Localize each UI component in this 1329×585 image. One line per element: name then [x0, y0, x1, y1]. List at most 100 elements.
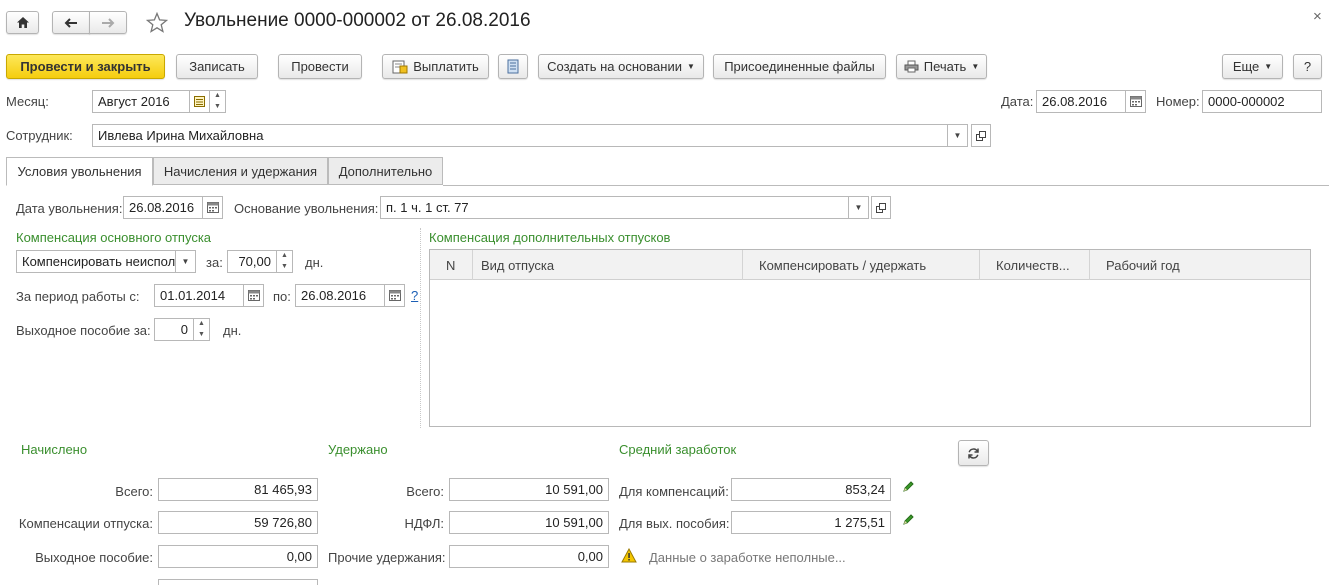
dismissal-date-input[interactable]: 26.08.2016 — [123, 196, 203, 219]
dismissal-date-picker-button[interactable] — [203, 196, 223, 219]
write-button[interactable]: Записать — [176, 54, 258, 79]
document-list-button[interactable] — [498, 54, 528, 79]
period-to-label: по: — [273, 289, 291, 304]
chevron-down-icon: ▼ — [181, 257, 190, 266]
payment-icon — [392, 60, 408, 73]
post-button[interactable]: Провести — [278, 54, 362, 79]
open-form-icon — [976, 130, 986, 141]
employee-input[interactable]: Ивлева Ирина Михайловна — [92, 124, 948, 147]
create-based-on-label: Создать на основании — [547, 59, 682, 74]
average-earnings-title: Средний заработок — [619, 442, 737, 457]
dismissal-basis-label: Основание увольнения: — [234, 201, 379, 216]
avg-severance-label: Для вых. пособия: — [619, 516, 730, 531]
month-picker-button[interactable] — [190, 90, 210, 113]
print-label: Печать — [923, 59, 967, 74]
warning-icon — [621, 548, 637, 563]
avg-compensation-label: Для компенсаций: — [619, 484, 729, 499]
severance-label: Выходное пособие за: — [16, 323, 151, 338]
column-header-n[interactable]: N — [430, 250, 473, 280]
severance-days-unit: дн. — [223, 323, 242, 338]
column-header-working-year[interactable]: Рабочий год — [1090, 250, 1310, 280]
tab-dismissal-conditions[interactable]: Условия увольнения — [6, 157, 153, 186]
accrued-total-label: Всего: — [115, 484, 153, 499]
create-based-on-button[interactable]: Создать на основании ▼ — [538, 54, 704, 79]
incomplete-earnings-warning[interactable]: Данные о заработке неполные... — [649, 550, 846, 565]
arrow-left-icon — [64, 17, 77, 28]
help-button[interactable]: ? — [1293, 54, 1322, 79]
other-withholdings-field: 0,00 — [449, 545, 609, 568]
tab-additional[interactable]: Дополнительно — [328, 157, 443, 185]
compensation-mode-dropdown-button[interactable]: ▼ — [176, 250, 196, 273]
edit-pencil-icon[interactable] — [902, 480, 915, 493]
print-button[interactable]: Печать ▼ — [896, 54, 987, 79]
forward-button[interactable] — [89, 11, 127, 34]
accrued-severance-label: Выходное пособие: — [35, 550, 153, 565]
period-from-input[interactable]: 01.01.2014 — [154, 284, 244, 307]
calendar-icon — [247, 290, 260, 301]
month-stepper[interactable]: ▲ ▼ — [210, 90, 226, 113]
withheld-title: Удержано — [328, 442, 388, 457]
date-picker-button[interactable] — [1126, 90, 1146, 113]
column-header-vacation-type[interactable]: Вид отпуска — [473, 250, 743, 280]
pay-button[interactable]: Выплатить — [382, 54, 489, 79]
compensation-days-unit: дн. — [305, 255, 324, 270]
accrued-vacation-label: Компенсации отпуска: — [18, 516, 153, 531]
more-label: Еще — [1232, 59, 1260, 74]
home-button[interactable] — [6, 11, 39, 34]
column-header-compensate-withhold[interactable]: Компенсировать / удержать — [743, 250, 980, 280]
employee-dropdown-button[interactable]: ▼ — [948, 124, 968, 147]
close-icon[interactable]: × — [1313, 8, 1322, 25]
column-header-quantity[interactable]: Количеств... — [980, 250, 1090, 280]
next-field-edge — [158, 579, 318, 585]
month-input[interactable]: Август 2016 — [92, 90, 190, 113]
period-help-link[interactable]: ? — [411, 288, 418, 303]
compensation-days-stepper[interactable]: ▲ ▼ — [277, 250, 293, 273]
date-label: Дата: — [1001, 94, 1034, 109]
other-withholdings-label: Прочие удержания: — [328, 550, 446, 565]
ndfl-label: НДФЛ: — [404, 516, 444, 531]
calendar-icon — [388, 290, 401, 301]
severance-days-input[interactable]: 0 — [154, 318, 194, 341]
table-header: N Вид отпуска Компенсировать / удержать … — [430, 250, 1310, 280]
tab-panel-border — [443, 185, 1329, 186]
star-icon[interactable] — [146, 12, 168, 33]
dismissal-basis-dropdown-button[interactable]: ▼ — [849, 196, 869, 219]
back-button[interactable] — [52, 11, 90, 34]
chevron-down-icon: ▼ — [854, 203, 863, 212]
accrued-severance-field: 0,00 — [158, 545, 318, 568]
compensation-mode-select[interactable]: Компенсировать неиспол — [16, 250, 176, 273]
period-to-picker-button[interactable] — [385, 284, 405, 307]
period-from-label: За период работы с: — [16, 289, 140, 304]
date-input[interactable]: 26.08.2016 — [1036, 90, 1126, 113]
chevron-down-icon: ▼ — [971, 62, 980, 71]
window-title: Увольнение 0000-000002 от 26.08.2016 — [184, 10, 531, 31]
period-to-input[interactable]: 26.08.2016 — [295, 284, 385, 307]
dismissal-basis-input[interactable]: п. 1 ч. 1 ст. 77 — [380, 196, 849, 219]
accrued-total-field: 81 465,93 — [158, 478, 318, 501]
edit-pencil-icon[interactable] — [902, 513, 915, 526]
extra-compensation-title: Компенсация дополнительных отпусков — [429, 230, 671, 245]
accrued-vacation-field: 59 726,80 — [158, 511, 318, 534]
tab-accruals-deductions[interactable]: Начисления и удержания — [153, 157, 328, 185]
panel-divider — [420, 228, 421, 428]
severance-days-stepper[interactable]: ▲ ▼ — [194, 318, 210, 341]
home-icon — [16, 17, 29, 28]
calendar-icon — [1129, 96, 1142, 107]
attached-files-button[interactable]: Присоединенные файлы — [713, 54, 886, 79]
number-input[interactable]: 0000-000002 — [1202, 90, 1322, 113]
list-icon — [507, 59, 519, 74]
extra-compensation-table[interactable]: N Вид отпуска Компенсировать / удержать … — [429, 249, 1311, 427]
employee-open-button[interactable] — [971, 124, 991, 147]
withheld-total-label: Всего: — [406, 484, 444, 499]
compensation-days-input[interactable]: 70,00 — [227, 250, 277, 273]
dismissal-date-label: Дата увольнения: — [16, 201, 123, 216]
dismissal-basis-open-button[interactable] — [871, 196, 891, 219]
arrow-right-icon — [102, 17, 115, 28]
post-and-close-button[interactable]: Провести и закрыть — [6, 54, 165, 79]
employee-label: Сотрудник: — [6, 128, 73, 143]
ndfl-field: 10 591,00 — [449, 511, 609, 534]
more-button[interactable]: Еще ▼ — [1222, 54, 1283, 79]
refresh-button[interactable] — [958, 440, 989, 466]
period-from-picker-button[interactable] — [244, 284, 264, 307]
open-form-icon — [876, 202, 886, 213]
